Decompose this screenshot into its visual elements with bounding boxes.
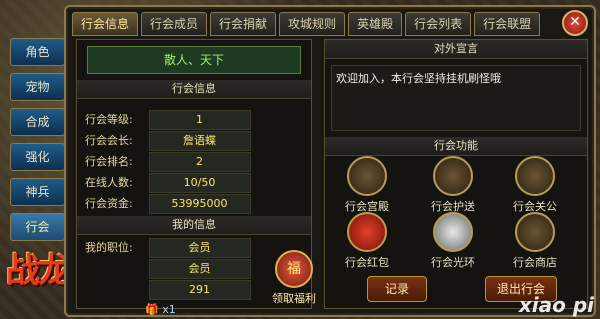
info-row: 行会排名: 2 bbox=[85, 152, 251, 172]
function-label: 行会光环 bbox=[431, 256, 475, 269]
my-info-row: 291 bbox=[85, 280, 251, 300]
cart-icon bbox=[433, 156, 473, 196]
side-menu: 角色 宠物 合成 强化 神兵 行会 bbox=[10, 38, 65, 248]
info-value: 53995000 bbox=[148, 194, 251, 214]
claim-welfare-label: 领取福利 bbox=[272, 292, 316, 305]
my-info-value: 会员 bbox=[148, 259, 251, 279]
shop-icon bbox=[515, 212, 555, 252]
guild-info-header: 行会信息 bbox=[77, 80, 311, 99]
info-row: 在线人数: 10/50 bbox=[85, 173, 251, 193]
my-info-row: 会员 bbox=[85, 259, 251, 279]
function-red-packet[interactable]: 行会红包 bbox=[337, 212, 397, 270]
guild-right-column: 对外宣言 欢迎加入，本行会坚持挂机刷怪哦 行会功能 行会宫殿 行会护送 行会关公… bbox=[324, 39, 588, 309]
sidebar-item-compose[interactable]: 合成 bbox=[10, 108, 65, 136]
info-label: 在线人数: bbox=[85, 176, 133, 189]
claim-welfare-button[interactable]: 福 领取福利 bbox=[260, 250, 328, 306]
function-guan-gong[interactable]: 行会关公 bbox=[505, 156, 565, 214]
general-icon bbox=[515, 156, 555, 196]
watermark: xiao pi bbox=[518, 293, 594, 317]
close-icon: ✕ bbox=[569, 14, 581, 30]
function-label: 行会红包 bbox=[345, 256, 389, 269]
tab-siege-rules[interactable]: 攻城规则 bbox=[279, 12, 346, 36]
tab-hero-hall[interactable]: 英雄殿 bbox=[348, 12, 403, 36]
function-escort[interactable]: 行会护送 bbox=[423, 156, 483, 214]
function-palace[interactable]: 行会宫殿 bbox=[337, 156, 397, 214]
red-packet-icon bbox=[347, 212, 387, 252]
my-info-label: 我的职位: bbox=[85, 241, 133, 254]
function-aura[interactable]: 行会光环 bbox=[423, 212, 483, 270]
function-shop[interactable]: 行会商店 bbox=[505, 212, 565, 270]
sidebar-item-pet[interactable]: 宠物 bbox=[10, 73, 65, 101]
info-row: 行会会长: 詹语蝶 bbox=[85, 131, 251, 151]
tab-guild-list[interactable]: 行会列表 bbox=[405, 12, 472, 36]
my-info-row: 我的职位: 会员 bbox=[85, 238, 251, 258]
functions-header: 行会功能 bbox=[325, 137, 587, 156]
tab-guild-info[interactable]: 行会信息 bbox=[72, 12, 139, 36]
info-label: 行会会长: bbox=[85, 134, 133, 147]
guild-name: 散人、天下 bbox=[87, 46, 301, 74]
my-info-value: x1 bbox=[162, 303, 176, 316]
guild-panel: 行会信息 行会成员 行会捐献 攻城规则 英雄殿 行会列表 行会联盟 ✕ 散人、天… bbox=[64, 5, 596, 317]
tab-bar: 行会信息 行会成员 行会捐献 攻城规则 英雄殿 行会列表 行会联盟 bbox=[72, 12, 541, 36]
info-row: 行会等级: 1 bbox=[85, 110, 251, 130]
sidebar-item-enhance[interactable]: 强化 bbox=[10, 143, 65, 171]
aura-icon bbox=[433, 212, 473, 252]
announcement-text: 欢迎加入，本行会坚持挂机刷怪哦 bbox=[331, 65, 581, 131]
info-value: 10/50 bbox=[148, 173, 251, 193]
info-label: 行会资金: bbox=[85, 197, 133, 210]
my-info-value: 291 bbox=[148, 280, 251, 300]
record-button[interactable]: 记录 bbox=[367, 276, 427, 302]
sidebar-item-role[interactable]: 角色 bbox=[10, 38, 65, 66]
tab-guild-alliance[interactable]: 行会联盟 bbox=[474, 12, 541, 36]
close-button[interactable]: ✕ bbox=[562, 10, 588, 36]
my-info-row: 🎁 x1 bbox=[145, 301, 176, 319]
info-value: 1 bbox=[148, 110, 251, 130]
announcement-header: 对外宣言 bbox=[325, 40, 587, 59]
sidebar-item-weapon[interactable]: 神兵 bbox=[10, 178, 65, 206]
my-info-header: 我的信息 bbox=[77, 216, 311, 235]
my-info-value: 会员 bbox=[148, 238, 251, 258]
info-value: 詹语蝶 bbox=[148, 131, 251, 151]
lucky-bag-icon: 福 bbox=[275, 250, 313, 288]
info-label: 行会等级: bbox=[85, 113, 133, 126]
tab-guild-members[interactable]: 行会成员 bbox=[141, 12, 208, 36]
guild-info-column: 散人、天下 行会信息 行会等级: 1 行会会长: 詹语蝶 行会排名: 2 在线人… bbox=[76, 39, 316, 316]
palace-icon bbox=[347, 156, 387, 196]
info-value: 2 bbox=[148, 152, 251, 172]
function-label: 行会商店 bbox=[513, 256, 557, 269]
gift-icon: 🎁 bbox=[145, 303, 159, 316]
info-label: 行会排名: bbox=[85, 155, 133, 168]
info-row: 行会资金: 53995000 bbox=[85, 194, 251, 214]
tab-guild-donate[interactable]: 行会捐献 bbox=[210, 12, 277, 36]
